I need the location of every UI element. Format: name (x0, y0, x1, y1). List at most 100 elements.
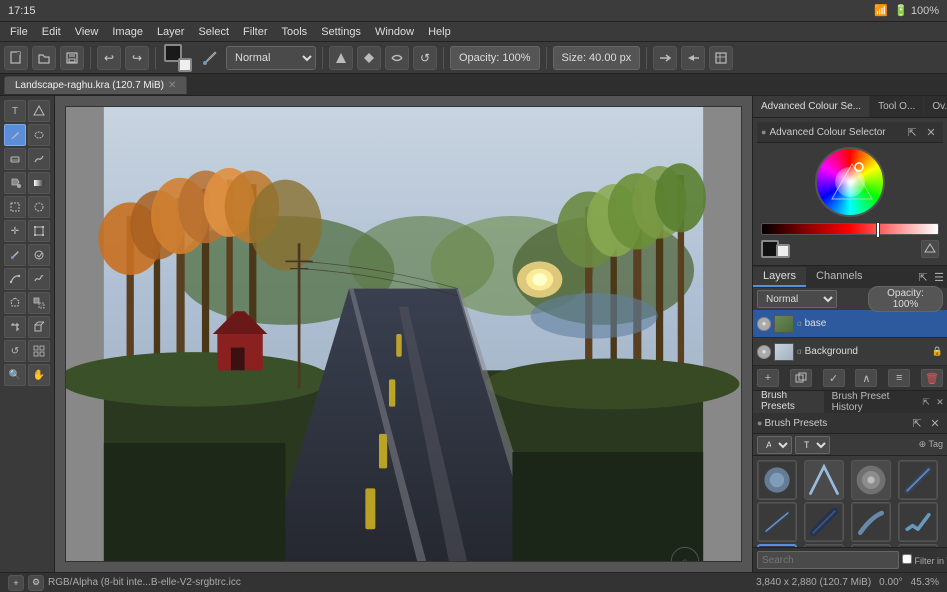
tool-shape[interactable] (28, 100, 50, 122)
brush-presets-close2[interactable]: ✕ (927, 415, 943, 431)
brush-reload-button[interactable]: ↺ (413, 46, 437, 70)
canvas-tab-main[interactable]: Landscape-raghu.kra (120.7 MiB) ✕ (4, 76, 187, 94)
tool-pen-path[interactable] (4, 268, 26, 290)
panel-tab-ov[interactable]: Ov... (924, 96, 947, 117)
network-icon: 📶 (874, 4, 888, 17)
brush-dir-1[interactable] (653, 46, 677, 70)
brush-cell-3[interactable] (851, 460, 891, 500)
brush-tag-select[interactable]: Tag (795, 436, 830, 454)
open-button[interactable] (32, 46, 56, 70)
brush-presets-close[interactable]: ✕ (933, 394, 947, 410)
brush-search-bar: Filter in Tag (753, 547, 947, 572)
statusbar-settings-btn[interactable]: ⚙ (28, 575, 44, 591)
filter-in-tag-checkbox[interactable] (902, 554, 912, 564)
brush-cell-2[interactable] (804, 460, 844, 500)
brush-cell-4[interactable] (898, 460, 938, 500)
tool-gradient[interactable] (28, 172, 50, 194)
menu-item-help[interactable]: Help (422, 24, 457, 40)
menu-item-filter[interactable]: Filter (237, 24, 273, 40)
brush-tip-3[interactable] (385, 46, 409, 70)
statusbar-add-btn[interactable]: + (8, 575, 24, 591)
brush-frame-button[interactable] (709, 46, 733, 70)
tool-brush[interactable] (4, 124, 26, 146)
brush-search-input[interactable] (757, 551, 899, 569)
layer-item-background[interactable]: ● α Background 🔒 (753, 338, 947, 366)
menu-item-layer[interactable]: Layer (151, 24, 191, 40)
brush-cell-7[interactable] (851, 502, 891, 542)
tool-freehand-path[interactable] (28, 268, 50, 290)
tool-eraser[interactable] (4, 148, 26, 170)
layer-visibility-bg[interactable]: ● (757, 345, 771, 359)
tool-lasso[interactable] (28, 124, 50, 146)
menu-item-window[interactable]: Window (369, 24, 420, 40)
brush-tip-1[interactable] (329, 46, 353, 70)
tool-rotate[interactable]: ↺ (4, 340, 26, 362)
tool-polygon-select[interactable] (4, 292, 26, 314)
delete-layer-button[interactable]: 🗑 (921, 369, 943, 387)
add-layer-button[interactable]: + (757, 369, 779, 387)
layers-filter[interactable]: ☰ (931, 269, 947, 285)
layers-detach[interactable]: ⇱ (915, 269, 931, 285)
background-color[interactable] (178, 58, 192, 72)
canvas-tabbar: Landscape-raghu.kra (120.7 MiB) ✕ (0, 74, 947, 96)
merge-layer-button[interactable]: ✓ (823, 369, 845, 387)
duplicate-layer-button[interactable] (790, 369, 812, 387)
panel-tab-colour[interactable]: Advanced Colour Se... (753, 96, 870, 117)
colour-wheel[interactable] (815, 147, 885, 217)
gradient-handle[interactable] (876, 222, 880, 238)
colour-tools-row (757, 237, 943, 261)
tool-zoom[interactable]: 🔍 (4, 364, 26, 386)
brush-presets-detach[interactable]: ⇱ (919, 394, 933, 410)
menu-item-file[interactable]: File (4, 24, 34, 40)
save-button[interactable] (60, 46, 84, 70)
colour-selector-close[interactable]: ✕ (923, 124, 939, 140)
tool-row-8 (4, 268, 50, 290)
colour-gradient-bar[interactable] (761, 223, 939, 235)
brush-dir-2[interactable] (681, 46, 705, 70)
tool-pan[interactable]: ✋ (28, 364, 50, 386)
menu-item-edit[interactable]: Edit (36, 24, 67, 40)
redo-button[interactable]: ↪ (125, 46, 149, 70)
tool-grid[interactable] (28, 340, 50, 362)
tool-fill[interactable] (4, 172, 26, 194)
menu-item-view[interactable]: View (69, 24, 105, 40)
tool-move[interactable]: ✛ (4, 220, 26, 242)
colour-selector-detach[interactable]: ⇱ (904, 124, 920, 140)
tool-transform[interactable] (28, 220, 50, 242)
layer-properties-button[interactable]: ≡ (888, 369, 910, 387)
tool-text[interactable]: T (4, 100, 26, 122)
tool-contiguous-select[interactable] (28, 292, 50, 314)
new-button[interactable] (4, 46, 28, 70)
undo-button[interactable]: ↩ (97, 46, 121, 70)
blend-mode-select[interactable]: Normal (226, 46, 316, 70)
menu-item-tools[interactable]: Tools (276, 24, 314, 40)
tool-transform2[interactable] (28, 316, 50, 338)
menu-item-select[interactable]: Select (192, 24, 235, 40)
gamut-icon[interactable] (921, 240, 939, 258)
menu-item-image[interactable]: Image (106, 24, 149, 40)
layer-visibility-base[interactable]: ● (757, 317, 771, 331)
layers-blend-mode-select[interactable]: Normal (757, 290, 837, 308)
layer-item-base[interactable]: ● α base (753, 310, 947, 338)
tab-channels[interactable]: Channels (806, 267, 872, 287)
brush-presets-detach2[interactable]: ⇱ (909, 415, 925, 431)
brush-filter-select[interactable]: All (757, 436, 792, 454)
brush-cell-8[interactable] (898, 502, 938, 542)
panel-tab-tool[interactable]: Tool O... (870, 96, 924, 117)
brush-tip-2[interactable] (357, 46, 381, 70)
tool-smart-patch[interactable] (28, 244, 50, 266)
tool-eyedropper[interactable] (4, 244, 26, 266)
background-swatch[interactable] (776, 244, 790, 258)
tool-smudge[interactable] (28, 148, 50, 170)
canvas-tab-close[interactable]: ✕ (168, 80, 176, 91)
move-layer-up-button[interactable]: ∧ (855, 369, 877, 387)
tab-layers[interactable]: Layers (753, 267, 806, 287)
canvas-container[interactable]: ○ (65, 106, 742, 562)
tool-crop[interactable] (4, 316, 26, 338)
menu-item-settings[interactable]: Settings (315, 24, 367, 40)
tool-ellipse-select[interactable] (28, 196, 50, 218)
tool-rect-select[interactable] (4, 196, 26, 218)
brush-cell-1[interactable] (757, 460, 797, 500)
brush-cell-5[interactable] (757, 502, 797, 542)
brush-cell-6[interactable] (804, 502, 844, 542)
